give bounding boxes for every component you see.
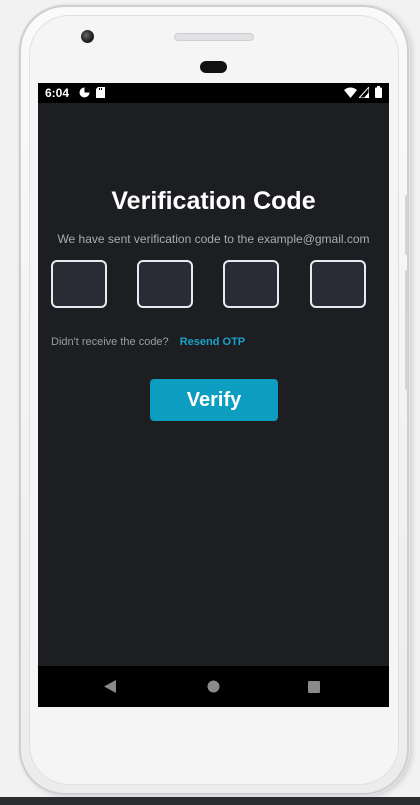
status-bar: 6:04	[38, 83, 389, 103]
otp-digit-1[interactable]	[51, 260, 107, 308]
app-notification-icon	[79, 87, 90, 101]
wifi-icon	[344, 87, 357, 101]
otp-digit-3[interactable]	[223, 260, 279, 308]
otp-digit-4[interactable]	[310, 260, 366, 308]
proximity-sensor	[200, 61, 227, 73]
resend-row: Didn't receive the code? Resend OTP	[51, 336, 245, 348]
navigation-bar	[38, 666, 389, 707]
battery-icon	[375, 86, 382, 101]
power-button	[405, 195, 408, 255]
resend-otp-link[interactable]: Resend OTP	[180, 336, 245, 348]
signal-icon	[357, 85, 370, 101]
device-screen: 6:04 Verification Code We have sent veri…	[38, 83, 389, 707]
home-icon[interactable]	[207, 680, 220, 698]
resend-prompt: Didn't receive the code?	[51, 336, 169, 348]
status-time: 6:04	[45, 86, 70, 100]
verify-button[interactable]: Verify	[150, 379, 278, 421]
otp-input-row	[51, 260, 371, 310]
sd-card-icon	[96, 87, 105, 101]
otp-digit-2[interactable]	[137, 260, 193, 308]
recents-icon[interactable]	[308, 680, 320, 698]
host-window-strip	[0, 797, 420, 805]
earpiece-speaker	[174, 33, 254, 41]
page-title: Verification Code	[111, 187, 316, 215]
verification-subtitle: We have sent verification code to the ex…	[57, 232, 370, 246]
front-camera	[81, 30, 94, 43]
back-icon[interactable]	[104, 680, 116, 698]
volume-rocker	[405, 270, 408, 390]
verification-screen: Verification Code We have sent verificat…	[38, 103, 389, 666]
